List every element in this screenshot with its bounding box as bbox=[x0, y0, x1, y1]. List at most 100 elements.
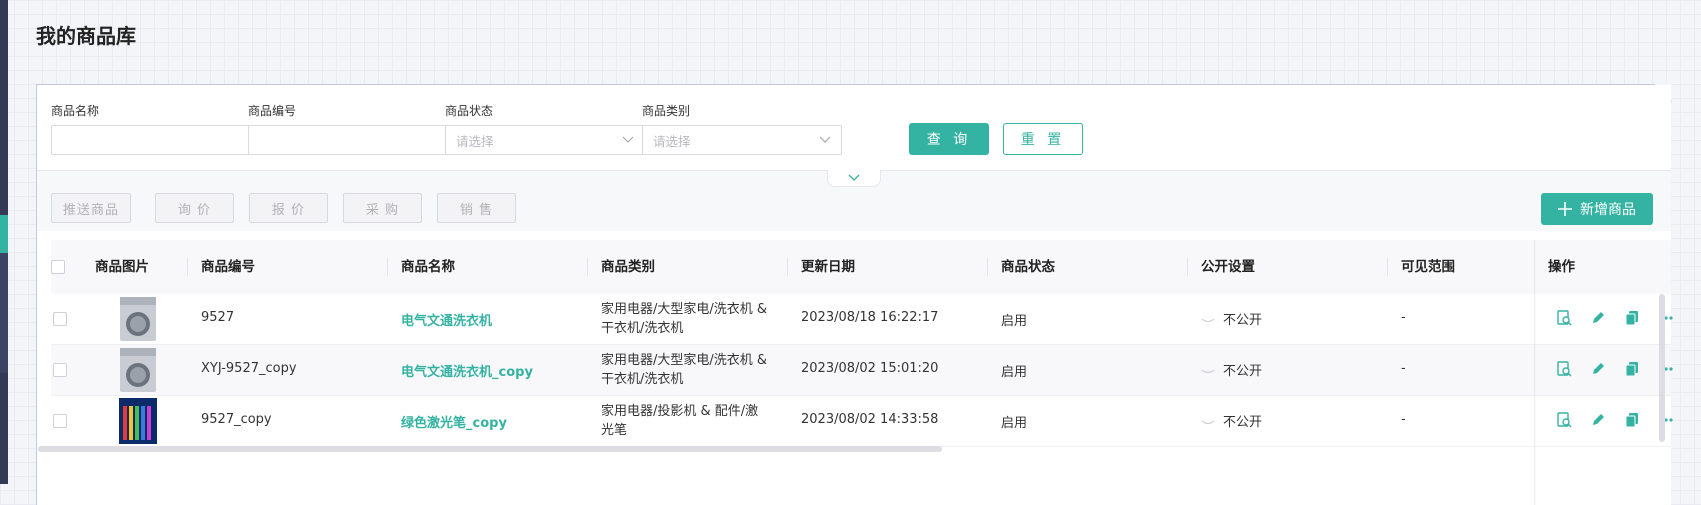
filter-code: 商品编号 bbox=[248, 103, 448, 155]
product-library-card: 商品名称 商品编号 商品状态 请选择 商品类别 请选择 查 询 重 置 推送商品… bbox=[36, 84, 1674, 505]
category-select-placeholder: 请选择 bbox=[653, 133, 691, 149]
filter-status-label: 商品状态 bbox=[445, 104, 494, 118]
updated-date: 2023/08/02 14:33:58 bbox=[801, 412, 939, 427]
left-sidebar-strip bbox=[0, 0, 8, 484]
select-all-checkbox[interactable] bbox=[51, 260, 65, 274]
purchase-button[interactable]: 采 购 bbox=[343, 193, 422, 223]
product-name-input[interactable] bbox=[51, 125, 251, 155]
product-name-link[interactable]: 电气文通洗衣机_copy bbox=[401, 361, 533, 380]
eye-closed-icon bbox=[1201, 420, 1215, 424]
plus-icon bbox=[1558, 202, 1572, 216]
col-actions: 操作 bbox=[1548, 259, 1575, 275]
public-setting[interactable]: 不公开 bbox=[1201, 411, 1262, 430]
page-title: 我的商品库 bbox=[36, 24, 136, 48]
filter-status: 商品状态 请选择 bbox=[445, 103, 645, 155]
column-divider bbox=[187, 258, 188, 276]
status-select-placeholder: 请选择 bbox=[456, 133, 494, 149]
row-actions bbox=[1556, 412, 1674, 428]
col-image: 商品图片 bbox=[95, 259, 149, 275]
eye-closed-icon bbox=[1201, 369, 1215, 373]
public-setting-label: 不公开 bbox=[1223, 313, 1263, 328]
copy-icon[interactable] bbox=[1624, 310, 1640, 326]
table-row[interactable]: 9527_copy 绿色激光笔_copy 家用电器/投影机 & 配件/激光笔 2… bbox=[51, 396, 1674, 447]
visible-scope: - bbox=[1401, 310, 1406, 325]
product-category: 家用电器/投影机 & 配件/激光笔 bbox=[601, 404, 759, 438]
add-product-label: 新增商品 bbox=[1580, 202, 1636, 218]
filter-panel: 商品名称 商品编号 商品状态 请选择 商品类别 请选择 查 询 重 置 bbox=[37, 85, 1671, 171]
col-code: 商品编号 bbox=[201, 259, 255, 275]
fixed-column-shadow bbox=[1534, 240, 1536, 505]
col-public: 公开设置 bbox=[1201, 259, 1255, 275]
row-checkbox[interactable] bbox=[53, 363, 67, 377]
product-status-select[interactable]: 请选择 bbox=[445, 125, 645, 155]
sales-button[interactable]: 销 售 bbox=[437, 193, 516, 223]
horizontal-scrollbar[interactable] bbox=[38, 446, 942, 452]
col-updated: 更新日期 bbox=[801, 259, 855, 275]
table-header: 商品图片 商品编号 商品名称 商品类别 更新日期 商品状态 公开设置 可见范围 … bbox=[51, 240, 1671, 295]
visible-scope: - bbox=[1401, 361, 1406, 376]
edit-icon[interactable] bbox=[1590, 310, 1606, 326]
filter-code-label: 商品编号 bbox=[248, 104, 297, 118]
col-category: 商品类别 bbox=[601, 259, 655, 275]
public-setting-label: 不公开 bbox=[1223, 415, 1263, 430]
product-status: 启用 bbox=[1001, 416, 1028, 431]
chevron-down-icon bbox=[819, 136, 831, 143]
column-divider bbox=[387, 258, 388, 276]
updated-date: 2023/08/02 15:01:20 bbox=[801, 361, 939, 376]
product-code: 9527 bbox=[201, 310, 235, 325]
product-category: 家用电器/大型家电/洗衣机 & 干衣机/洗衣机 bbox=[601, 302, 768, 336]
preview-icon[interactable] bbox=[1556, 310, 1572, 326]
laser-pens-thumbnail bbox=[119, 398, 157, 444]
inquiry-button[interactable]: 询 价 bbox=[155, 193, 234, 223]
public-setting-label: 不公开 bbox=[1223, 364, 1263, 379]
add-product-button[interactable]: 新增商品 bbox=[1541, 193, 1653, 225]
eye-closed-icon bbox=[1201, 318, 1215, 322]
vertical-scrollbar[interactable] bbox=[1659, 294, 1665, 442]
row-actions bbox=[1556, 361, 1674, 377]
row-checkbox[interactable] bbox=[53, 414, 67, 428]
product-code-input[interactable] bbox=[248, 125, 448, 155]
washing-machine-thumbnail bbox=[120, 348, 156, 392]
product-category: 家用电器/大型家电/洗衣机 & 干衣机/洗衣机 bbox=[601, 353, 768, 387]
public-setting[interactable]: 不公开 bbox=[1201, 360, 1262, 379]
product-name-link[interactable]: 绿色激光笔_copy bbox=[401, 412, 507, 431]
copy-icon[interactable] bbox=[1624, 412, 1640, 428]
filter-category: 商品类别 请选择 bbox=[642, 103, 842, 155]
query-button[interactable]: 查 询 bbox=[909, 123, 989, 155]
reset-button[interactable]: 重 置 bbox=[1003, 123, 1083, 155]
collapse-filter-toggle[interactable] bbox=[827, 170, 881, 187]
table-row[interactable]: 9527 电气文通洗衣机 家用电器/大型家电/洗衣机 & 干衣机/洗衣机 202… bbox=[51, 294, 1674, 345]
product-status: 启用 bbox=[1001, 365, 1028, 380]
push-product-button[interactable]: 推送商品 bbox=[51, 193, 131, 223]
product-status: 启用 bbox=[1001, 314, 1028, 329]
table-row[interactable]: XYJ-9527_copy 电气文通洗衣机_copy 家用电器/大型家电/洗衣机… bbox=[51, 345, 1674, 396]
filter-name-label: 商品名称 bbox=[51, 104, 100, 118]
row-actions bbox=[1556, 310, 1674, 326]
updated-date: 2023/08/18 16:22:17 bbox=[801, 310, 939, 325]
edit-icon[interactable] bbox=[1590, 412, 1606, 428]
copy-icon[interactable] bbox=[1624, 361, 1640, 377]
col-status: 商品状态 bbox=[1001, 259, 1055, 275]
public-setting[interactable]: 不公开 bbox=[1201, 309, 1262, 328]
column-divider bbox=[987, 258, 988, 276]
chevron-down-icon bbox=[622, 136, 634, 143]
preview-icon[interactable] bbox=[1556, 361, 1572, 377]
product-table: 商品图片 商品编号 商品名称 商品类别 更新日期 商品状态 公开设置 可见范围 … bbox=[51, 240, 1674, 505]
quote-button[interactable]: 报 价 bbox=[249, 193, 328, 223]
visible-scope: - bbox=[1401, 412, 1406, 427]
edit-icon[interactable] bbox=[1590, 361, 1606, 377]
washing-machine-thumbnail bbox=[120, 297, 156, 341]
product-code: 9527_copy bbox=[201, 412, 272, 427]
row-checkbox[interactable] bbox=[53, 312, 67, 326]
sidebar-section bbox=[0, 253, 8, 373]
column-divider bbox=[1387, 258, 1388, 276]
filter-category-label: 商品类别 bbox=[642, 104, 691, 118]
product-category-select[interactable]: 请选择 bbox=[642, 125, 842, 155]
product-name-link[interactable]: 电气文通洗衣机 bbox=[401, 310, 492, 329]
preview-icon[interactable] bbox=[1556, 412, 1572, 428]
chevron-down-icon bbox=[848, 174, 860, 181]
product-code: XYJ-9527_copy bbox=[201, 361, 297, 376]
filter-name: 商品名称 bbox=[51, 103, 251, 155]
sidebar-active-indicator bbox=[0, 215, 8, 253]
col-visible: 可见范围 bbox=[1401, 259, 1455, 275]
